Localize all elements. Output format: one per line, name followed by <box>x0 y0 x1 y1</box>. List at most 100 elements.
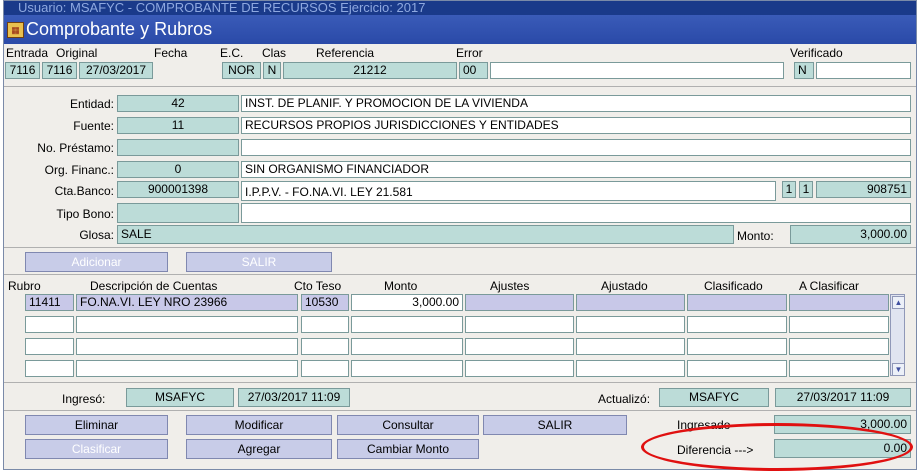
original-field[interactable]: 7116 <box>42 62 77 79</box>
label-error: Error <box>456 46 483 60</box>
agregar-button[interactable]: Agregar <box>186 439 332 459</box>
scroll-down-icon[interactable]: ▼ <box>892 363 905 376</box>
window-title: Comprobante y Rubros <box>26 19 213 39</box>
cta-banco-code-field[interactable]: 900001398 <box>117 181 239 198</box>
adicionar-button[interactable]: Adicionar <box>25 252 168 272</box>
actualizo-user-field[interactable]: MSAFYC <box>659 388 769 407</box>
entidad-desc-field[interactable]: INST. DE PLANIF. Y PROMOCION DE LA VIVIE… <box>241 95 911 112</box>
org-financ-code-field[interactable]: 0 <box>117 161 239 178</box>
ingresado-field[interactable]: 3,000.00 <box>774 415 911 434</box>
table-cell-rubro[interactable]: 11411 <box>25 294 74 311</box>
table-cell-monto[interactable] <box>351 360 463 377</box>
tipo-bono-desc-field[interactable] <box>241 203 911 223</box>
table-cell-clasificado[interactable] <box>687 294 787 311</box>
table-cell-ajustes[interactable] <box>465 338 574 355</box>
cta-banco-extra1-field[interactable]: 1 <box>782 181 796 198</box>
eliminar-button[interactable]: Eliminar <box>25 415 168 435</box>
clas-field[interactable]: N <box>263 62 281 79</box>
outer-window-title: Usuario: MSAFYC - COMPROBANTE DE RECURSO… <box>4 1 916 15</box>
label-ingreso: Ingresó: <box>62 392 106 406</box>
label-clas: Clas <box>262 46 287 60</box>
glosa-field[interactable]: SALE <box>117 225 734 244</box>
tipo-bono-code-field[interactable] <box>117 203 239 223</box>
table-cell-ajustes[interactable] <box>465 294 574 311</box>
cta-banco-extra2-field[interactable]: 1 <box>799 181 813 198</box>
label-entrada: Entrada <box>6 46 49 60</box>
clasificar-button[interactable]: Clasificar <box>25 439 168 459</box>
ec-field[interactable]: NOR <box>222 62 261 79</box>
label-entidad: Entidad: <box>69 97 114 111</box>
referencia-field[interactable]: 21212 <box>283 62 457 79</box>
table-cell-rubro[interactable] <box>25 360 74 377</box>
table-cell-ajustado[interactable] <box>576 294 685 311</box>
error-desc-field[interactable] <box>490 62 784 79</box>
col-header-cto-teso: Cto Teso <box>294 279 342 293</box>
table-cell-descripcion[interactable] <box>76 316 298 333</box>
cambiar-monto-button[interactable]: Cambiar Monto <box>337 439 479 459</box>
table-cell-rubro[interactable] <box>25 316 74 333</box>
table-cell-a-clasificar[interactable] <box>789 316 889 333</box>
title-bar: ▦ Comprobante y Rubros <box>4 15 916 44</box>
table-cell-a-clasificar[interactable] <box>789 360 889 377</box>
scroll-up-icon[interactable]: ▲ <box>892 296 905 309</box>
table-cell-descripcion[interactable] <box>76 338 298 355</box>
table-cell-clasificado[interactable] <box>687 338 787 355</box>
app-icon: ▦ <box>7 22 24 38</box>
label-fecha: Fecha <box>154 46 188 60</box>
table-cell-a-clasificar[interactable] <box>789 294 889 311</box>
fuente-code-field[interactable]: 11 <box>117 117 239 134</box>
verificado-field[interactable]: N <box>794 62 814 79</box>
org-financ-desc-field[interactable]: SIN ORGANISMO FINANCIADOR <box>241 161 911 178</box>
table-cell-cto-teso[interactable] <box>301 338 349 355</box>
table-cell-monto[interactable] <box>351 316 463 333</box>
monto-field[interactable]: 3,000.00 <box>790 225 911 244</box>
table-cell-ajustado[interactable] <box>576 316 685 333</box>
table-cell-a-clasificar[interactable] <box>789 338 889 355</box>
ingreso-date-field[interactable]: 27/03/2017 11:09 <box>238 388 350 407</box>
table-cell-ajustado[interactable] <box>576 360 685 377</box>
main-window: Usuario: MSAFYC - COMPROBANTE DE RECURSO… <box>3 0 917 470</box>
table-cell-ajustado[interactable] <box>576 338 685 355</box>
table-cell-monto[interactable] <box>351 338 463 355</box>
diferencia-field[interactable]: 0.00 <box>774 439 911 458</box>
prestamo-desc-field[interactable] <box>241 139 911 156</box>
verificado-desc-field[interactable] <box>816 62 911 79</box>
modificar-button[interactable]: Modificar <box>186 415 332 435</box>
error-code-field[interactable]: 00 <box>459 62 488 79</box>
entidad-code-field[interactable]: 42 <box>117 95 239 112</box>
actualizo-date-field[interactable]: 27/03/2017 11:09 <box>775 388 911 407</box>
prestamo-code-field[interactable] <box>117 139 239 156</box>
table-cell-clasificado[interactable] <box>687 360 787 377</box>
label-org-financ: Org. Financ.: <box>44 163 114 177</box>
col-header-a-clasificar: A Clasificar <box>799 279 860 293</box>
label-verificado: Verificado <box>790 46 843 60</box>
fecha-field[interactable]: 27/03/2017 <box>79 62 153 79</box>
label-monto: Monto: <box>737 229 774 243</box>
table-scrollbar[interactable]: ▲ ▼ <box>890 294 905 376</box>
consultar-button[interactable]: Consultar <box>337 415 479 435</box>
label-prestamo: No. Préstamo: <box>37 141 114 155</box>
table-cell-ajustes[interactable] <box>465 360 574 377</box>
separator <box>4 247 916 248</box>
table-cell-cto-teso[interactable]: 10530 <box>301 294 349 311</box>
entrada-field[interactable]: 7116 <box>5 62 40 79</box>
salir-bottom-button[interactable]: SALIR <box>483 415 627 435</box>
label-ingresado: Ingresado <box>677 418 731 432</box>
table-cell-descripcion[interactable] <box>76 360 298 377</box>
ingreso-user-field[interactable]: MSAFYC <box>126 388 234 407</box>
salir-top-button[interactable]: SALIR <box>186 252 332 272</box>
table-cell-cto-teso[interactable] <box>301 316 349 333</box>
table-cell-clasificado[interactable] <box>687 316 787 333</box>
cta-banco-desc-field[interactable]: I.P.P.V. - FO.NA.VI. LEY 21.581 <box>241 181 776 201</box>
label-actualizo: Actualizó: <box>598 392 651 406</box>
cta-banco-extra3-field[interactable]: 908751 <box>816 181 911 198</box>
table-cell-rubro[interactable] <box>25 338 74 355</box>
table-cell-monto[interactable]: 3,000.00 <box>351 294 463 311</box>
table-cell-descripcion[interactable]: FO.NA.VI. LEY NRO 23966 <box>76 294 298 311</box>
fuente-desc-field[interactable]: RECURSOS PROPIOS JURISDICCIONES Y ENTIDA… <box>241 117 911 134</box>
table-cell-cto-teso[interactable] <box>301 360 349 377</box>
col-header-rubro: Rubro <box>8 279 41 293</box>
table-cell-ajustes[interactable] <box>465 316 574 333</box>
col-header-ajustes: Ajustes <box>490 279 530 293</box>
col-header-monto: Monto <box>384 279 418 293</box>
